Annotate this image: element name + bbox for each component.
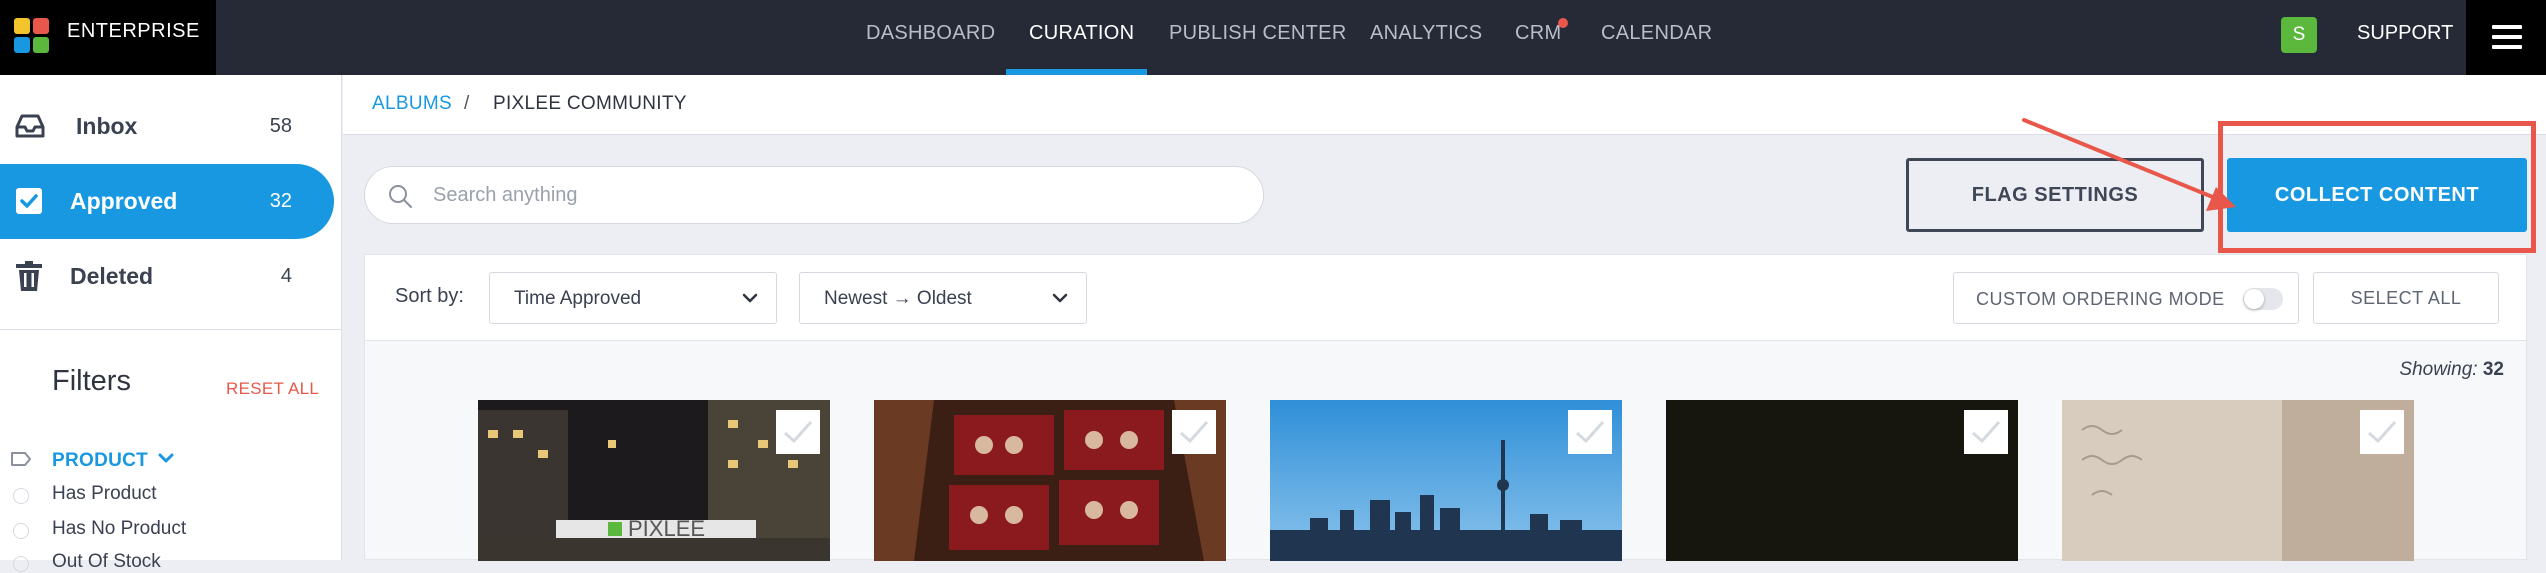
filters-title: Filters [52,365,131,397]
filter-option-out-of-stock[interactable]: Out Of Stock [52,551,161,573]
user-avatar[interactable]: S [2281,17,2317,53]
sort-order-value: Newest → Oldest [824,288,972,309]
sidebar-item-inbox[interactable]: Inbox 58 [0,89,334,164]
select-checkbox[interactable] [2360,410,2404,454]
sort-order-select[interactable]: Newest → Oldest [799,272,1087,324]
toggle-knob [2244,289,2264,309]
showing-label: Showing: [2399,359,2478,380]
showing-count: Showing: 32 [2399,359,2504,381]
nav-crm[interactable]: CRM [1515,22,1561,45]
breadcrumb-albums-link[interactable]: ALBUMS [372,93,452,115]
chevron-down-icon[interactable] [158,451,174,465]
content-thumbnail[interactable] [874,400,1226,561]
tag-icon [11,452,31,466]
out-of-stock-radio[interactable] [13,556,29,572]
search-input[interactable] [433,179,1213,211]
showing-number: 32 [2482,359,2504,380]
content-thumbnail[interactable] [1270,400,1622,561]
nav-dashboard[interactable]: DASHBOARD [866,22,995,45]
select-checkbox[interactable] [1964,410,2008,454]
custom-ordering-mode: CUSTOM ORDERING MODE [1953,272,2299,324]
chevron-down-icon [1052,293,1068,303]
top-navigation-bar: ENTERPRISE DASHBOARD CURATION PUBLISH CE… [0,0,2546,75]
crm-notification-dot [1558,18,1568,28]
reset-all-button[interactable]: RESET ALL [226,379,319,399]
has-product-radio[interactable] [13,488,29,504]
content-thumbnail[interactable] [2062,400,2414,561]
nav-curation[interactable]: CURATION [1029,22,1134,45]
custom-ordering-toggle[interactable] [2243,288,2283,310]
nav-analytics[interactable]: ANALYTICS [1370,22,1482,45]
sort-toolbar: Sort by: Time Approved Newest → Oldest C… [365,255,2526,341]
check-icon [1972,420,2001,444]
content-thumbnail[interactable]: PIXLEE [478,400,830,561]
sidebar-item-count: 58 [269,115,292,137]
product-filter-toggle[interactable]: PRODUCT [52,450,148,472]
check-icon [1576,420,1605,444]
check-icon [784,420,813,444]
select-checkbox[interactable] [776,410,820,454]
breadcrumb: ALBUMS / PIXLEE COMMUNITY [343,75,2546,135]
select-checkbox[interactable] [1568,410,1612,454]
search-bar[interactable] [364,166,1264,224]
nav-publish-center[interactable]: PUBLISH CENTER [1169,22,1347,45]
hamburger-menu-button[interactable] [2466,0,2546,75]
collect-content-button[interactable]: COLLECT CONTENT [2227,158,2527,232]
sidebar-item-approved[interactable]: Approved 32 [0,164,334,239]
nav-calendar[interactable]: CALENDAR [1601,22,1712,45]
search-icon [389,185,412,208]
breadcrumb-separator: / [464,93,470,114]
brand-name: ENTERPRISE [67,20,200,42]
support-link[interactable]: SUPPORT [2357,22,2453,45]
custom-ordering-label: CUSTOM ORDERING MODE [1976,289,2225,309]
content-panel: Sort by: Time Approved Newest → Oldest C… [364,254,2527,561]
sidebar-item-label: Deleted [70,263,154,289]
checkbox-icon [16,188,42,214]
sort-field-select[interactable]: Time Approved [489,272,777,324]
inbox-icon [15,114,45,138]
svg-text:PIXLEE: PIXLEE [628,516,705,541]
chevron-down-icon [742,293,758,303]
flag-settings-button[interactable]: FLAG SETTINGS [1906,158,2204,232]
sidebar-item-label: Inbox [76,113,138,139]
filter-option-has-no-product[interactable]: Has No Product [52,518,186,540]
sidebar-item-deleted[interactable]: Deleted 4 [0,239,334,314]
hamburger-line-icon [2492,35,2522,39]
sidebar-divider [0,329,342,330]
sidebar-item-count: 32 [269,190,292,212]
sidebar-item-count: 4 [280,265,292,287]
has-no-product-radio[interactable] [13,523,29,539]
sort-field-value: Time Approved [514,288,642,309]
sort-by-label: Sort by: [395,285,464,307]
sidebar-item-label: Approved [70,188,178,214]
check-icon [1180,420,1209,444]
hamburger-line-icon [2492,25,2522,29]
breadcrumb-current: PIXLEE COMMUNITY [493,93,687,114]
select-all-button[interactable]: SELECT ALL [2313,272,2499,324]
sidebar: Inbox 58 Approved 32 Deleted 4 Filters R… [0,75,342,572]
select-checkbox[interactable] [1172,410,1216,454]
content-thumbnail[interactable] [1666,400,2018,561]
trash-icon [16,261,42,291]
brand[interactable]: ENTERPRISE [0,0,216,75]
check-icon [2368,420,2397,444]
filter-option-has-product[interactable]: Has Product [52,483,157,505]
pixlee-logo-icon [14,18,49,53]
hamburger-line-icon [2492,45,2522,49]
